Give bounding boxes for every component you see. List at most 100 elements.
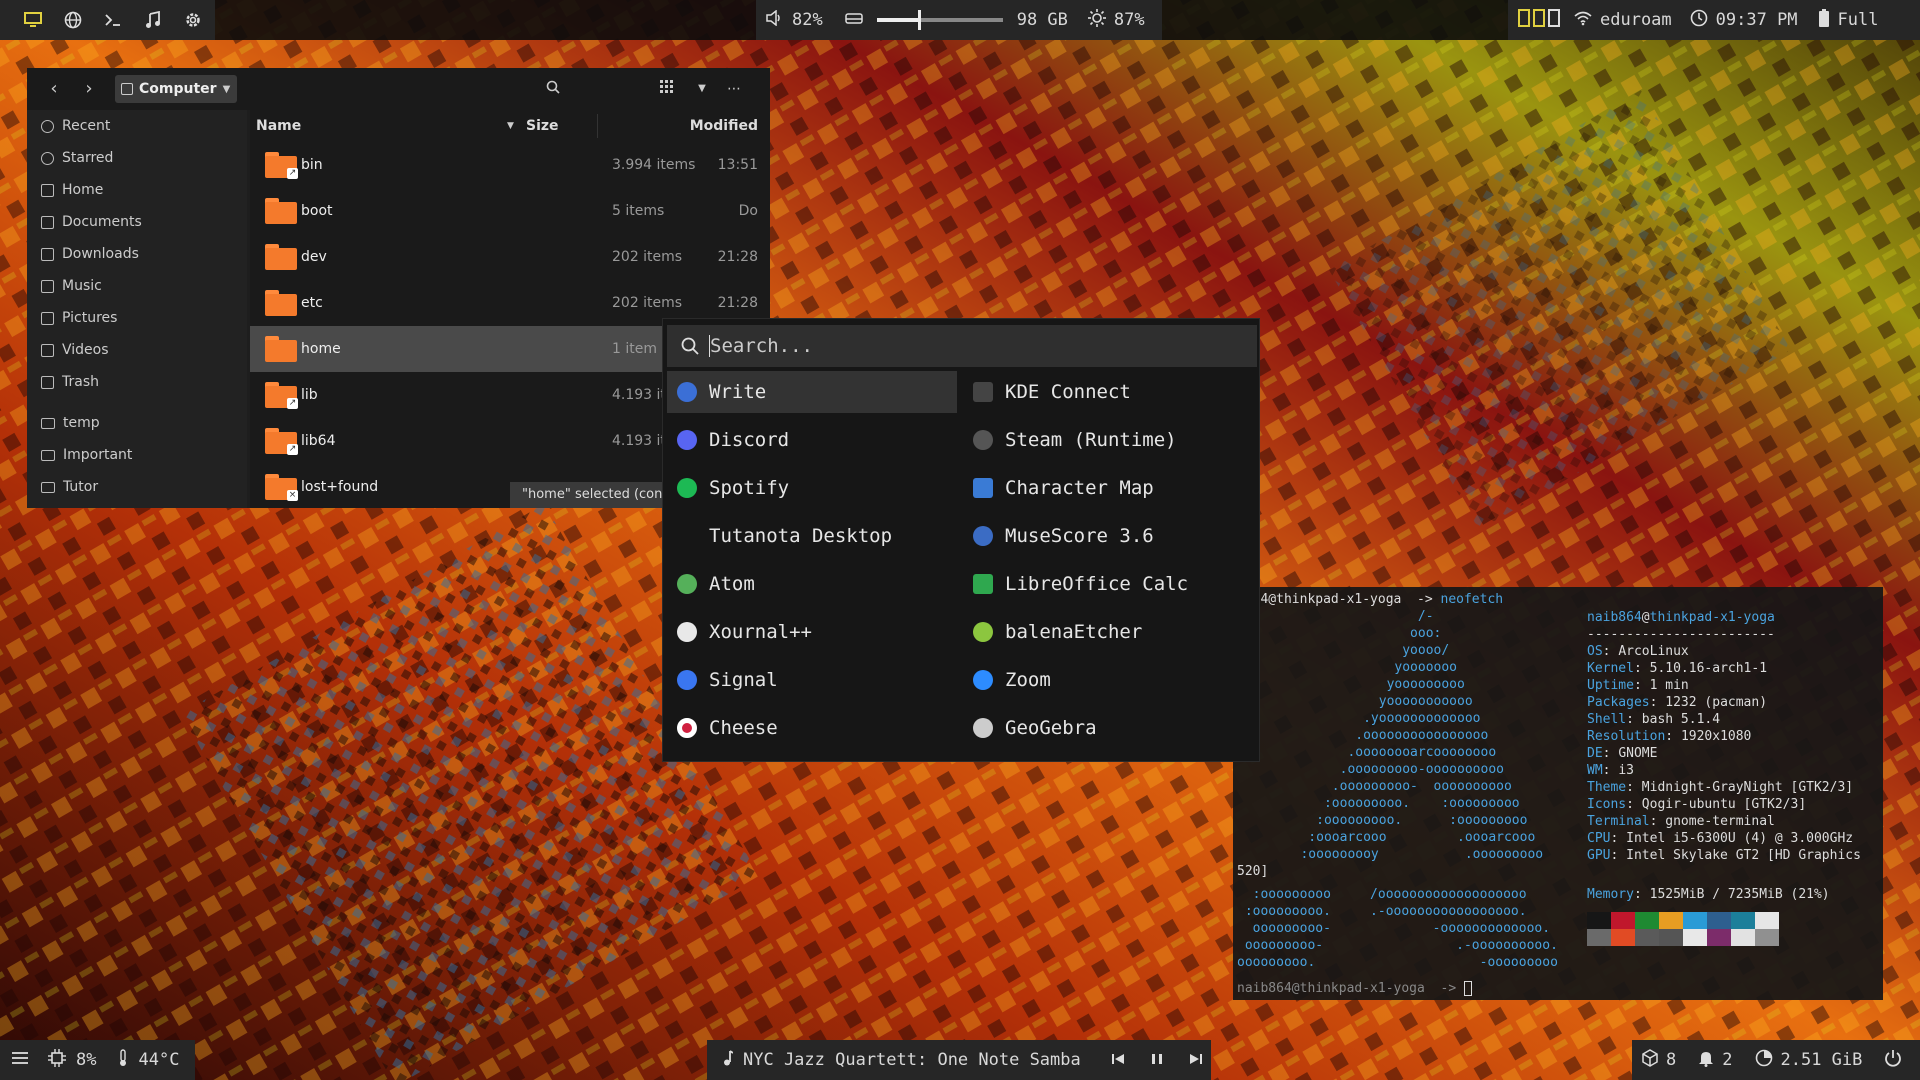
app-character-map[interactable]: Character Map <box>963 467 1253 509</box>
app-balenaetcher[interactable]: balenaEtcher <box>963 611 1253 653</box>
sort-arrow-icon[interactable]: ▼ <box>507 121 514 131</box>
logo-line: yooooooooooo <box>1277 694 1473 709</box>
app-libreoffice-calc[interactable]: LibreOffice Calc <box>963 563 1253 605</box>
info-row: OS: ArcoLinux <box>1587 643 1689 660</box>
app-musescore-3-6[interactable]: MuseScore 3.6 <box>963 515 1253 557</box>
cpu-temp: 44°C <box>138 1050 180 1070</box>
forward-chevron-icon[interactable]: › <box>79 79 99 99</box>
notification-count: 2 <box>1722 1050 1733 1070</box>
package-icon[interactable] <box>1642 1048 1658 1072</box>
sidebar-item-videos[interactable]: Videos <box>27 334 247 366</box>
table-row[interactable]: ↗ bin 3.994 items 13:51 <box>250 142 770 188</box>
app-spotify[interactable]: Spotify <box>667 467 957 509</box>
palette-swatch <box>1659 929 1683 946</box>
music-note-icon <box>721 1049 734 1071</box>
clock-time[interactable]: 09:37 PM <box>1716 10 1798 30</box>
wifi-icon[interactable] <box>1574 10 1592 31</box>
globe-icon[interactable] <box>58 5 88 35</box>
sidebar-item-trash[interactable]: Trash <box>27 366 247 398</box>
table-row[interactable]: dev 202 items 21:28 <box>250 234 770 280</box>
sidebar-item-documents[interactable]: Documents <box>27 206 247 238</box>
bookmark-important[interactable]: Important <box>27 439 247 471</box>
app-write[interactable]: Write <box>667 371 957 413</box>
column-modified[interactable]: Modified <box>690 118 758 134</box>
power-icon[interactable] <box>1884 1049 1902 1072</box>
bell-icon[interactable] <box>1698 1049 1714 1072</box>
music-note-icon[interactable] <box>138 5 168 35</box>
app-steam-runtime-[interactable]: Steam (Runtime) <box>963 419 1253 461</box>
sidebar-item-starred[interactable]: Starred <box>27 142 247 174</box>
info-row: Terminal: gnome-terminal <box>1587 813 1775 830</box>
bookmark-tutor[interactable]: Tutor <box>27 471 247 503</box>
gear-icon[interactable] <box>178 5 208 35</box>
terminal-icon[interactable] <box>98 5 128 35</box>
volume-icon[interactable] <box>766 8 784 31</box>
bookmark-label: Important <box>63 447 133 463</box>
next-track-icon[interactable] <box>1189 1050 1203 1070</box>
link-emblem-icon: ↗ <box>287 444 298 455</box>
logo-line: yoooo/ <box>1277 643 1450 658</box>
sidebar-item-home[interactable]: Home <box>27 174 247 206</box>
info-value: Midnight-GrayNight [GTK2/3] <box>1641 780 1854 795</box>
file-name: lost+found <box>301 479 379 495</box>
app-zoom[interactable]: Zoom <box>963 659 1253 701</box>
write-icon <box>677 382 697 402</box>
menu-dots-icon[interactable]: ⋯ <box>724 79 744 99</box>
pause-icon[interactable] <box>1151 1050 1163 1070</box>
info-row: GPU: Intel Skylake GT2 [HD Graphics <box>1587 847 1861 864</box>
app-discord[interactable]: Discord <box>667 419 957 461</box>
search-placeholder: Search... <box>710 335 813 357</box>
zoom-icon <box>973 670 993 690</box>
path-bar-button[interactable]: Computer ▼ <box>115 75 237 103</box>
view-options-arrow-icon[interactable]: ▼ <box>692 79 712 99</box>
back-chevron-icon[interactable]: ‹ <box>44 79 64 99</box>
sidebar-item-recent[interactable]: Recent <box>27 110 247 142</box>
info-colon: : <box>1665 729 1681 744</box>
column-size[interactable]: Size <box>526 118 559 134</box>
app-kde-connect[interactable]: KDE Connect <box>963 371 1253 413</box>
disk-icon <box>844 10 863 30</box>
table-row[interactable]: boot 5 items Do <box>250 188 770 234</box>
palette-swatch <box>1755 929 1779 946</box>
sidebar-item-music[interactable]: Music <box>27 270 247 302</box>
app-label: Xournal++ <box>709 621 812 643</box>
column-name[interactable]: Name <box>256 118 301 134</box>
sidebar-item-label: Music <box>62 278 102 294</box>
video-icon <box>41 343 54 357</box>
app-label: Cheese <box>709 717 778 739</box>
workspaces-icon[interactable] <box>1518 8 1562 32</box>
app-label: Signal <box>709 669 778 691</box>
app-tutanota-desktop[interactable]: Tutanota Desktop <box>667 515 957 557</box>
launcher-search-bar[interactable]: Search... <box>667 325 1257 367</box>
bookmark-label: temp <box>63 415 100 431</box>
app-geogebra[interactable]: GeoGebra <box>963 707 1253 749</box>
sidebar-item-label: Downloads <box>62 246 139 262</box>
app-cheese[interactable]: Cheese <box>667 707 957 749</box>
app-xournal-[interactable]: Xournal++ <box>667 611 957 653</box>
menu-icon[interactable] <box>12 1050 28 1070</box>
folder-icon: ↗ <box>265 152 298 179</box>
terminal-window[interactable]: b864@thinkpad-x1-yoga -> neofetch /- ooo… <box>1233 587 1883 1000</box>
brightness-icon[interactable] <box>1087 8 1106 32</box>
palette-swatch <box>1683 929 1707 946</box>
sidebar-item-pictures[interactable]: Pictures <box>27 302 247 334</box>
info-colon: : <box>1626 780 1642 795</box>
kde-connect-icon <box>973 382 993 402</box>
app-signal[interactable]: Signal <box>667 659 957 701</box>
info-value: 5.10.16-arch1-1 <box>1649 661 1768 676</box>
info-colon: : <box>1602 746 1619 761</box>
info-value: Qogir-ubuntu [GTK2/3] <box>1641 797 1807 812</box>
app-atom[interactable]: Atom <box>667 563 957 605</box>
color-palette <box>1587 912 1779 946</box>
app-label: balenaEtcher <box>1005 621 1143 643</box>
monitor-icon[interactable] <box>18 5 48 35</box>
storage-slider[interactable] <box>876 10 1003 30</box>
palette-swatch <box>1659 912 1683 929</box>
bookmark-temp[interactable]: temp <box>27 407 247 439</box>
grid-view-icon[interactable] <box>657 79 677 99</box>
previous-track-icon[interactable] <box>1111 1050 1125 1070</box>
search-icon[interactable] <box>543 79 563 99</box>
sidebar-item-downloads[interactable]: Downloads <box>27 238 247 270</box>
logo-line: :ooooooooo /ooooooooooooooooooo <box>1237 887 1527 902</box>
file-manager-header: ‹ › Computer ▼ ▼ ⋯ <box>27 68 770 110</box>
